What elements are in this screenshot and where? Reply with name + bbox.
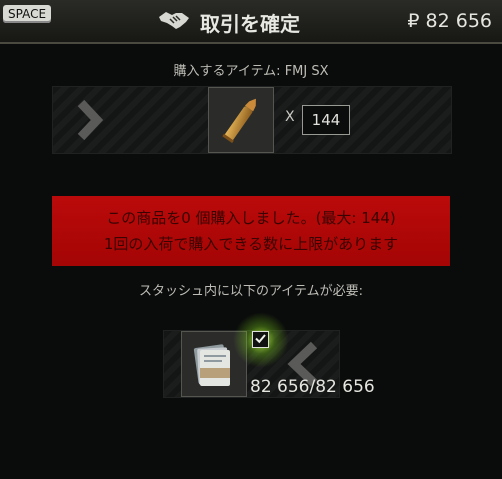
handshake-icon: [158, 9, 190, 35]
alert-line-2: 1回の入荷で購入できる数に上限があります: [103, 235, 399, 253]
purchase-item-caption: 購入するアイテム: FMJ SX: [173, 64, 329, 79]
purchase-limit-alert: この商品を0 個購入しました。(最大: 144) 1回の入荷で購入できる数に上限…: [52, 196, 450, 266]
quantity-input[interactable]: [302, 105, 350, 135]
purchase-item-row: X: [52, 86, 452, 154]
required-amount: 82 656/82 656: [250, 377, 375, 397]
dialog-header: SPACE 取引を確定 ₽ 82 656: [0, 0, 502, 44]
total-price: ₽ 82 656: [407, 10, 492, 32]
requirement-checkbox: [252, 331, 269, 348]
purchase-item-slot[interactable]: [208, 87, 274, 153]
rouble-banknotes-icon: [182, 344, 246, 400]
alert-line-1: この商品を0 個購入しました。(最大: 144): [106, 209, 396, 227]
quantity-multiplier: X: [285, 109, 295, 125]
bullet-cartridge-icon: [209, 98, 273, 156]
title-group: 取引を確定: [158, 8, 300, 36]
chevron-right-icon: [75, 99, 115, 145]
dialog-title: 取引を確定: [200, 11, 300, 36]
checkmark-icon: [254, 330, 267, 349]
required-items-caption: スタッシュ内に以下のアイテムが必要:: [138, 284, 364, 299]
space-hotkey-badge[interactable]: SPACE: [3, 5, 52, 23]
